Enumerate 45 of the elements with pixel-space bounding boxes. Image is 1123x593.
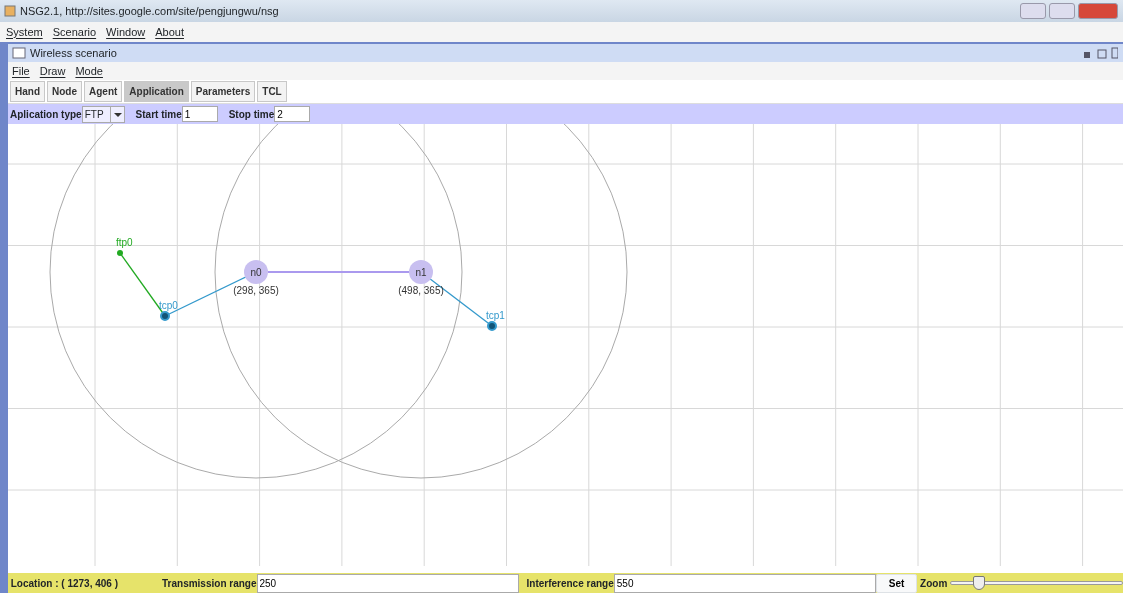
node-coordinates: (498, 365) xyxy=(398,285,444,296)
frame-controls-icon[interactable] xyxy=(1081,47,1118,59)
field-label: Transmission range xyxy=(162,576,257,591)
field-label: Aplication type xyxy=(10,107,82,122)
set-button[interactable]: Set xyxy=(875,573,918,593)
menu-item[interactable]: Mode xyxy=(75,62,103,80)
app-icon xyxy=(4,5,16,17)
menu-item[interactable]: System xyxy=(6,23,43,41)
frame-title: Wireless scenario xyxy=(30,45,117,61)
window-icon xyxy=(12,47,26,59)
menu-item[interactable]: Draw xyxy=(39,62,66,80)
node-circle xyxy=(244,260,268,284)
type-dropdown[interactable]: FTP xyxy=(81,105,125,123)
input-field[interactable]: 550 xyxy=(613,573,876,593)
agent-label: tcp1 xyxy=(486,310,505,321)
agent-label: ftp0 xyxy=(116,237,133,248)
node-label: n1 xyxy=(415,267,427,278)
tab[interactable]: Application xyxy=(124,81,189,102)
menu-item[interactable]: About xyxy=(155,23,184,41)
field-label: Interference range xyxy=(526,576,614,591)
minimize-button[interactable] xyxy=(1020,3,1046,19)
tab[interactable]: Hand xyxy=(10,81,45,102)
input-field[interactable]: 1 xyxy=(181,106,218,122)
input-field[interactable]: 2 xyxy=(274,106,311,122)
zoom-slider[interactable] xyxy=(950,575,1123,591)
agent-label: tcp0 xyxy=(159,300,178,311)
menu-item[interactable]: Window xyxy=(106,23,146,41)
node-label: n0 xyxy=(250,267,262,278)
menu-item[interactable]: File xyxy=(12,62,30,80)
maximize-button[interactable] xyxy=(1048,3,1075,19)
close-button[interactable] xyxy=(1077,3,1118,19)
field-label: Stop time xyxy=(228,107,275,122)
menu-item[interactable]: Scenario xyxy=(52,23,97,41)
node-coordinates: (298, 365) xyxy=(233,285,279,296)
field-label: Start time xyxy=(135,107,182,122)
tab[interactable]: Parameters xyxy=(190,81,256,102)
location-text: Location : ( 1273, 406 ) xyxy=(10,576,118,591)
field-label: Zoom xyxy=(920,576,948,591)
window-title: NSG2.1, http://sites.google.com/site/pengjungwu/nsg xyxy=(20,3,279,19)
tab[interactable]: Agent xyxy=(84,81,123,102)
dropdown-arrow-icon xyxy=(109,106,124,122)
node-circle xyxy=(409,260,433,284)
input-field[interactable]: 250 xyxy=(256,573,519,593)
tab[interactable]: TCL xyxy=(257,81,287,102)
tab[interactable]: Node xyxy=(47,81,82,102)
